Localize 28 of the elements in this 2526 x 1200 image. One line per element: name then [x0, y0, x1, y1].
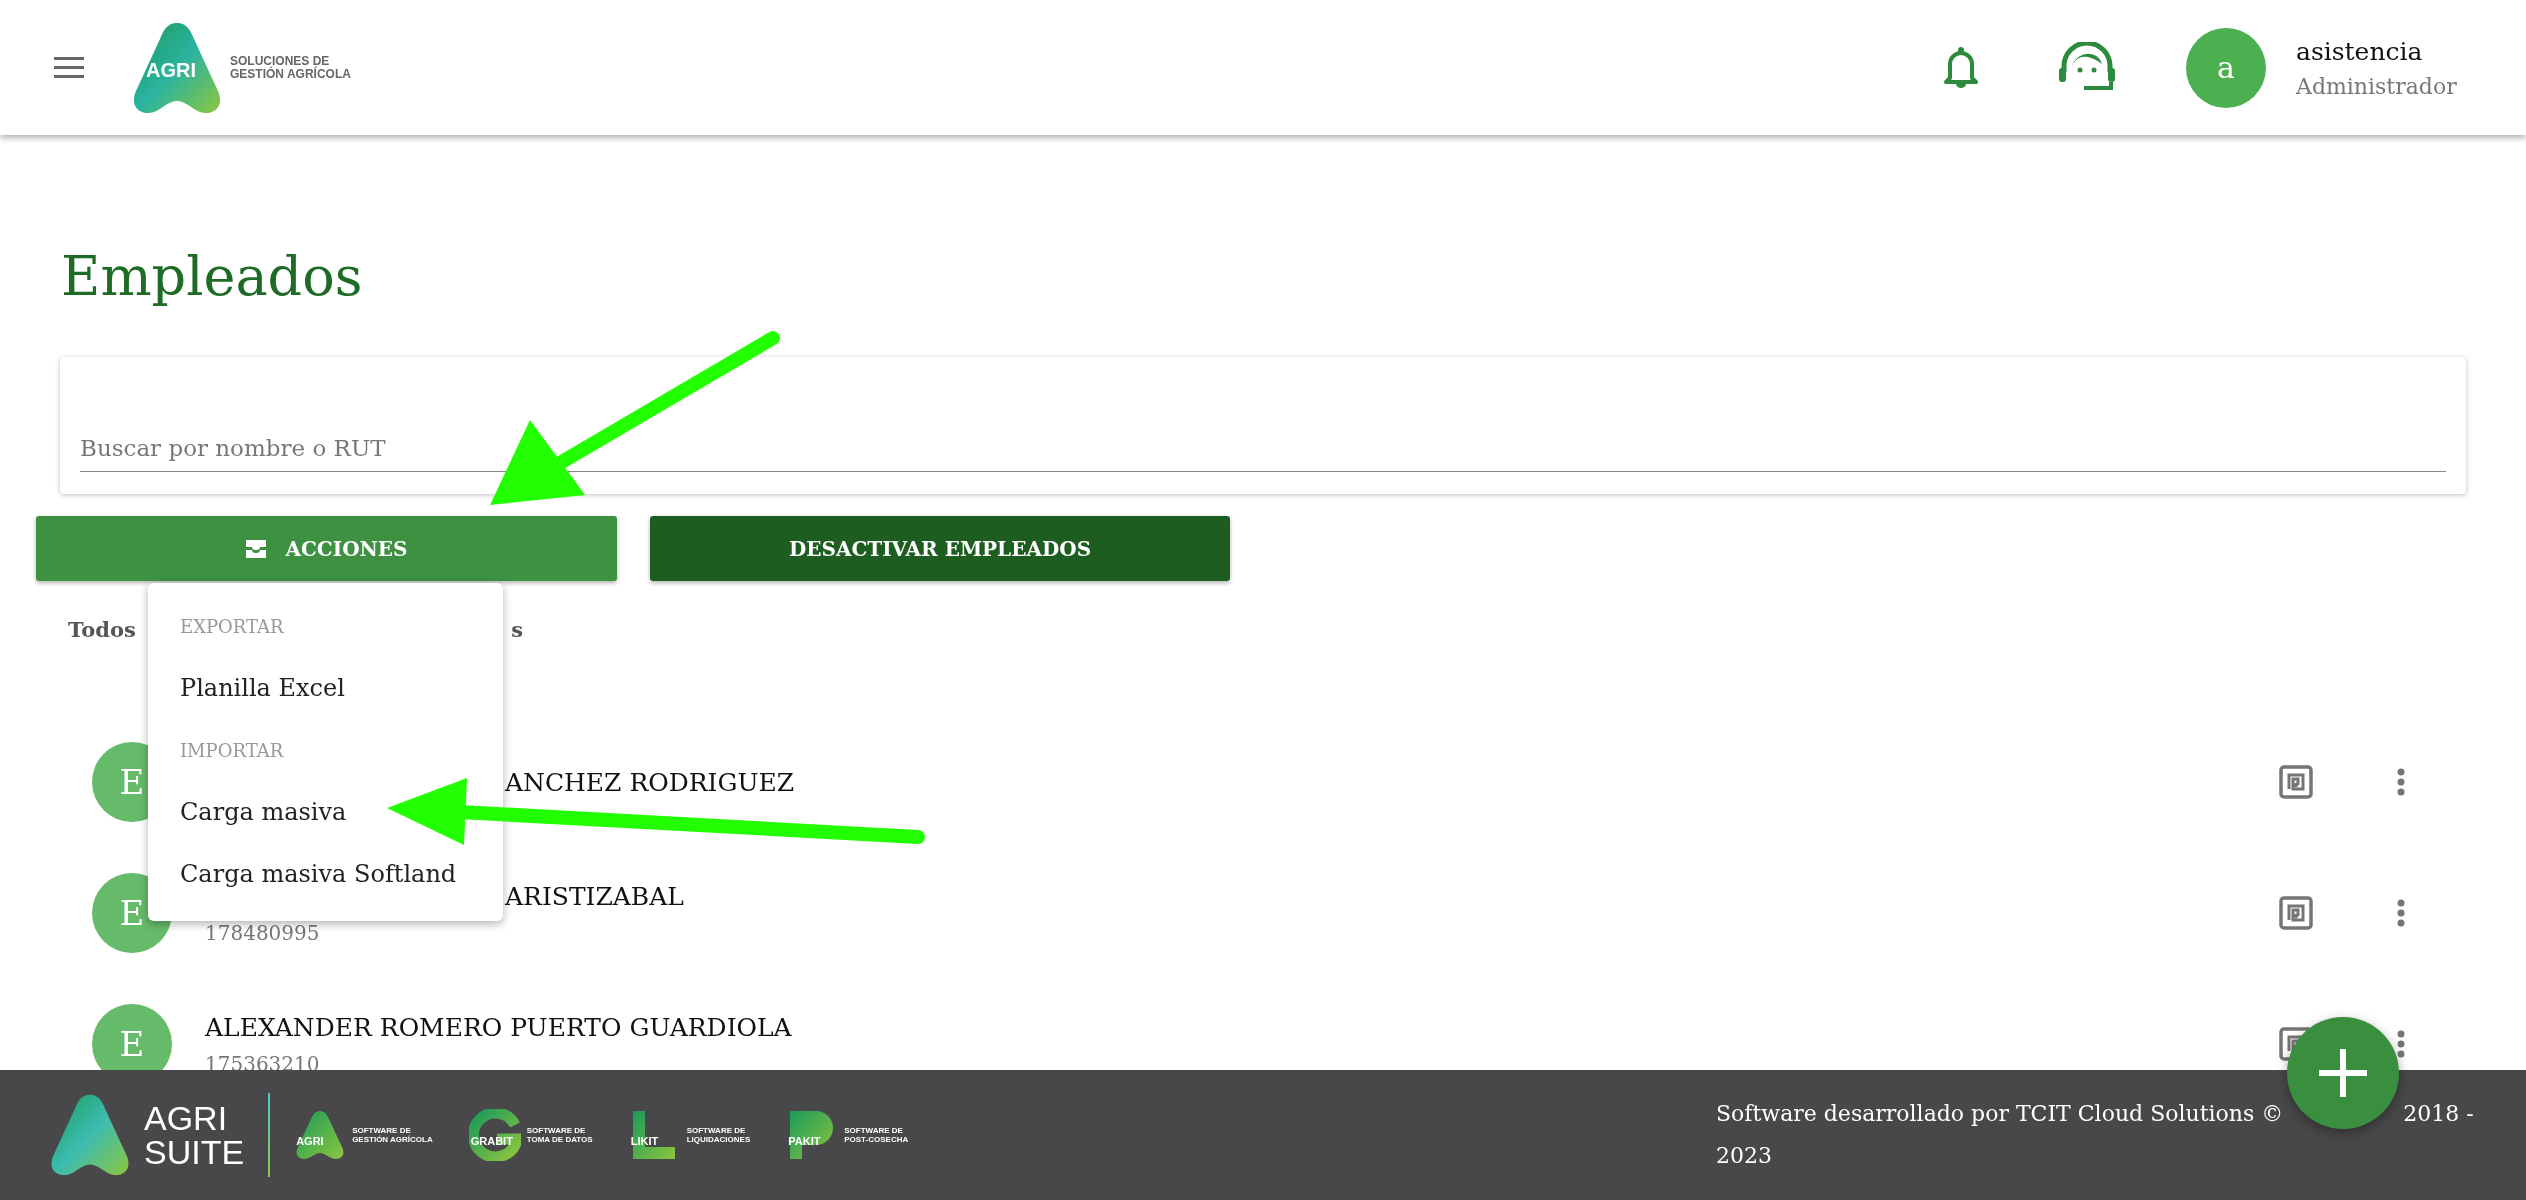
user-role: Administrador — [2296, 73, 2458, 99]
plus-icon — [2319, 1049, 2367, 1097]
employee-name: ALEXANDER ROMERO PUERTO GUARDIOLA — [205, 1012, 792, 1042]
logo-tagline: SOLUCIONES DE GESTIÓN AGRÍCOLA — [230, 54, 351, 81]
employee-rut: 178480995 — [205, 920, 321, 945]
deactivate-button[interactable]: DESACTIVAR EMPLEADOS — [650, 516, 1230, 581]
nfc-icon[interactable] — [2279, 765, 2313, 799]
notification-bell-icon[interactable] — [1944, 45, 1978, 90]
user-name: asistencia — [2296, 36, 2424, 66]
more-options-icon[interactable] — [2397, 1030, 2405, 1058]
actions-button[interactable]: ACCIONES — [36, 516, 617, 581]
product-logo[interactable]: GRABIT SOFTWARE DE TOMA DE DATOS — [468, 1109, 593, 1161]
suite-logo: AGRI SUITE — [48, 1093, 245, 1177]
employee-name: ANCHEZ RODRIGUEZ — [505, 767, 795, 797]
menu-item[interactable]: Planilla Excel — [148, 657, 503, 719]
product-logo[interactable]: LIKIT SOFTWARE DE LIQUIDACIONES — [628, 1109, 751, 1161]
credit-text: Software desarrollado por TCIT Cloud Solutions © 2018 - 2023 — [1716, 1100, 2475, 1170]
employee-name: ARISTIZABAL — [505, 881, 684, 911]
menu-icon[interactable] — [54, 56, 84, 79]
more-options-icon[interactable] — [2397, 899, 2405, 927]
inbox-icon — [245, 538, 268, 559]
page-title: Empleados — [61, 245, 364, 310]
nfc-icon[interactable] — [2279, 896, 2313, 930]
employee-avatar: E — [92, 1004, 172, 1070]
menu-section-header: IMPORTAR — [179, 738, 285, 763]
employee-rut: 175363210 — [205, 1051, 321, 1070]
menu-section-header: EXPORTAR — [179, 614, 285, 639]
more-options-icon[interactable] — [2397, 768, 2405, 796]
